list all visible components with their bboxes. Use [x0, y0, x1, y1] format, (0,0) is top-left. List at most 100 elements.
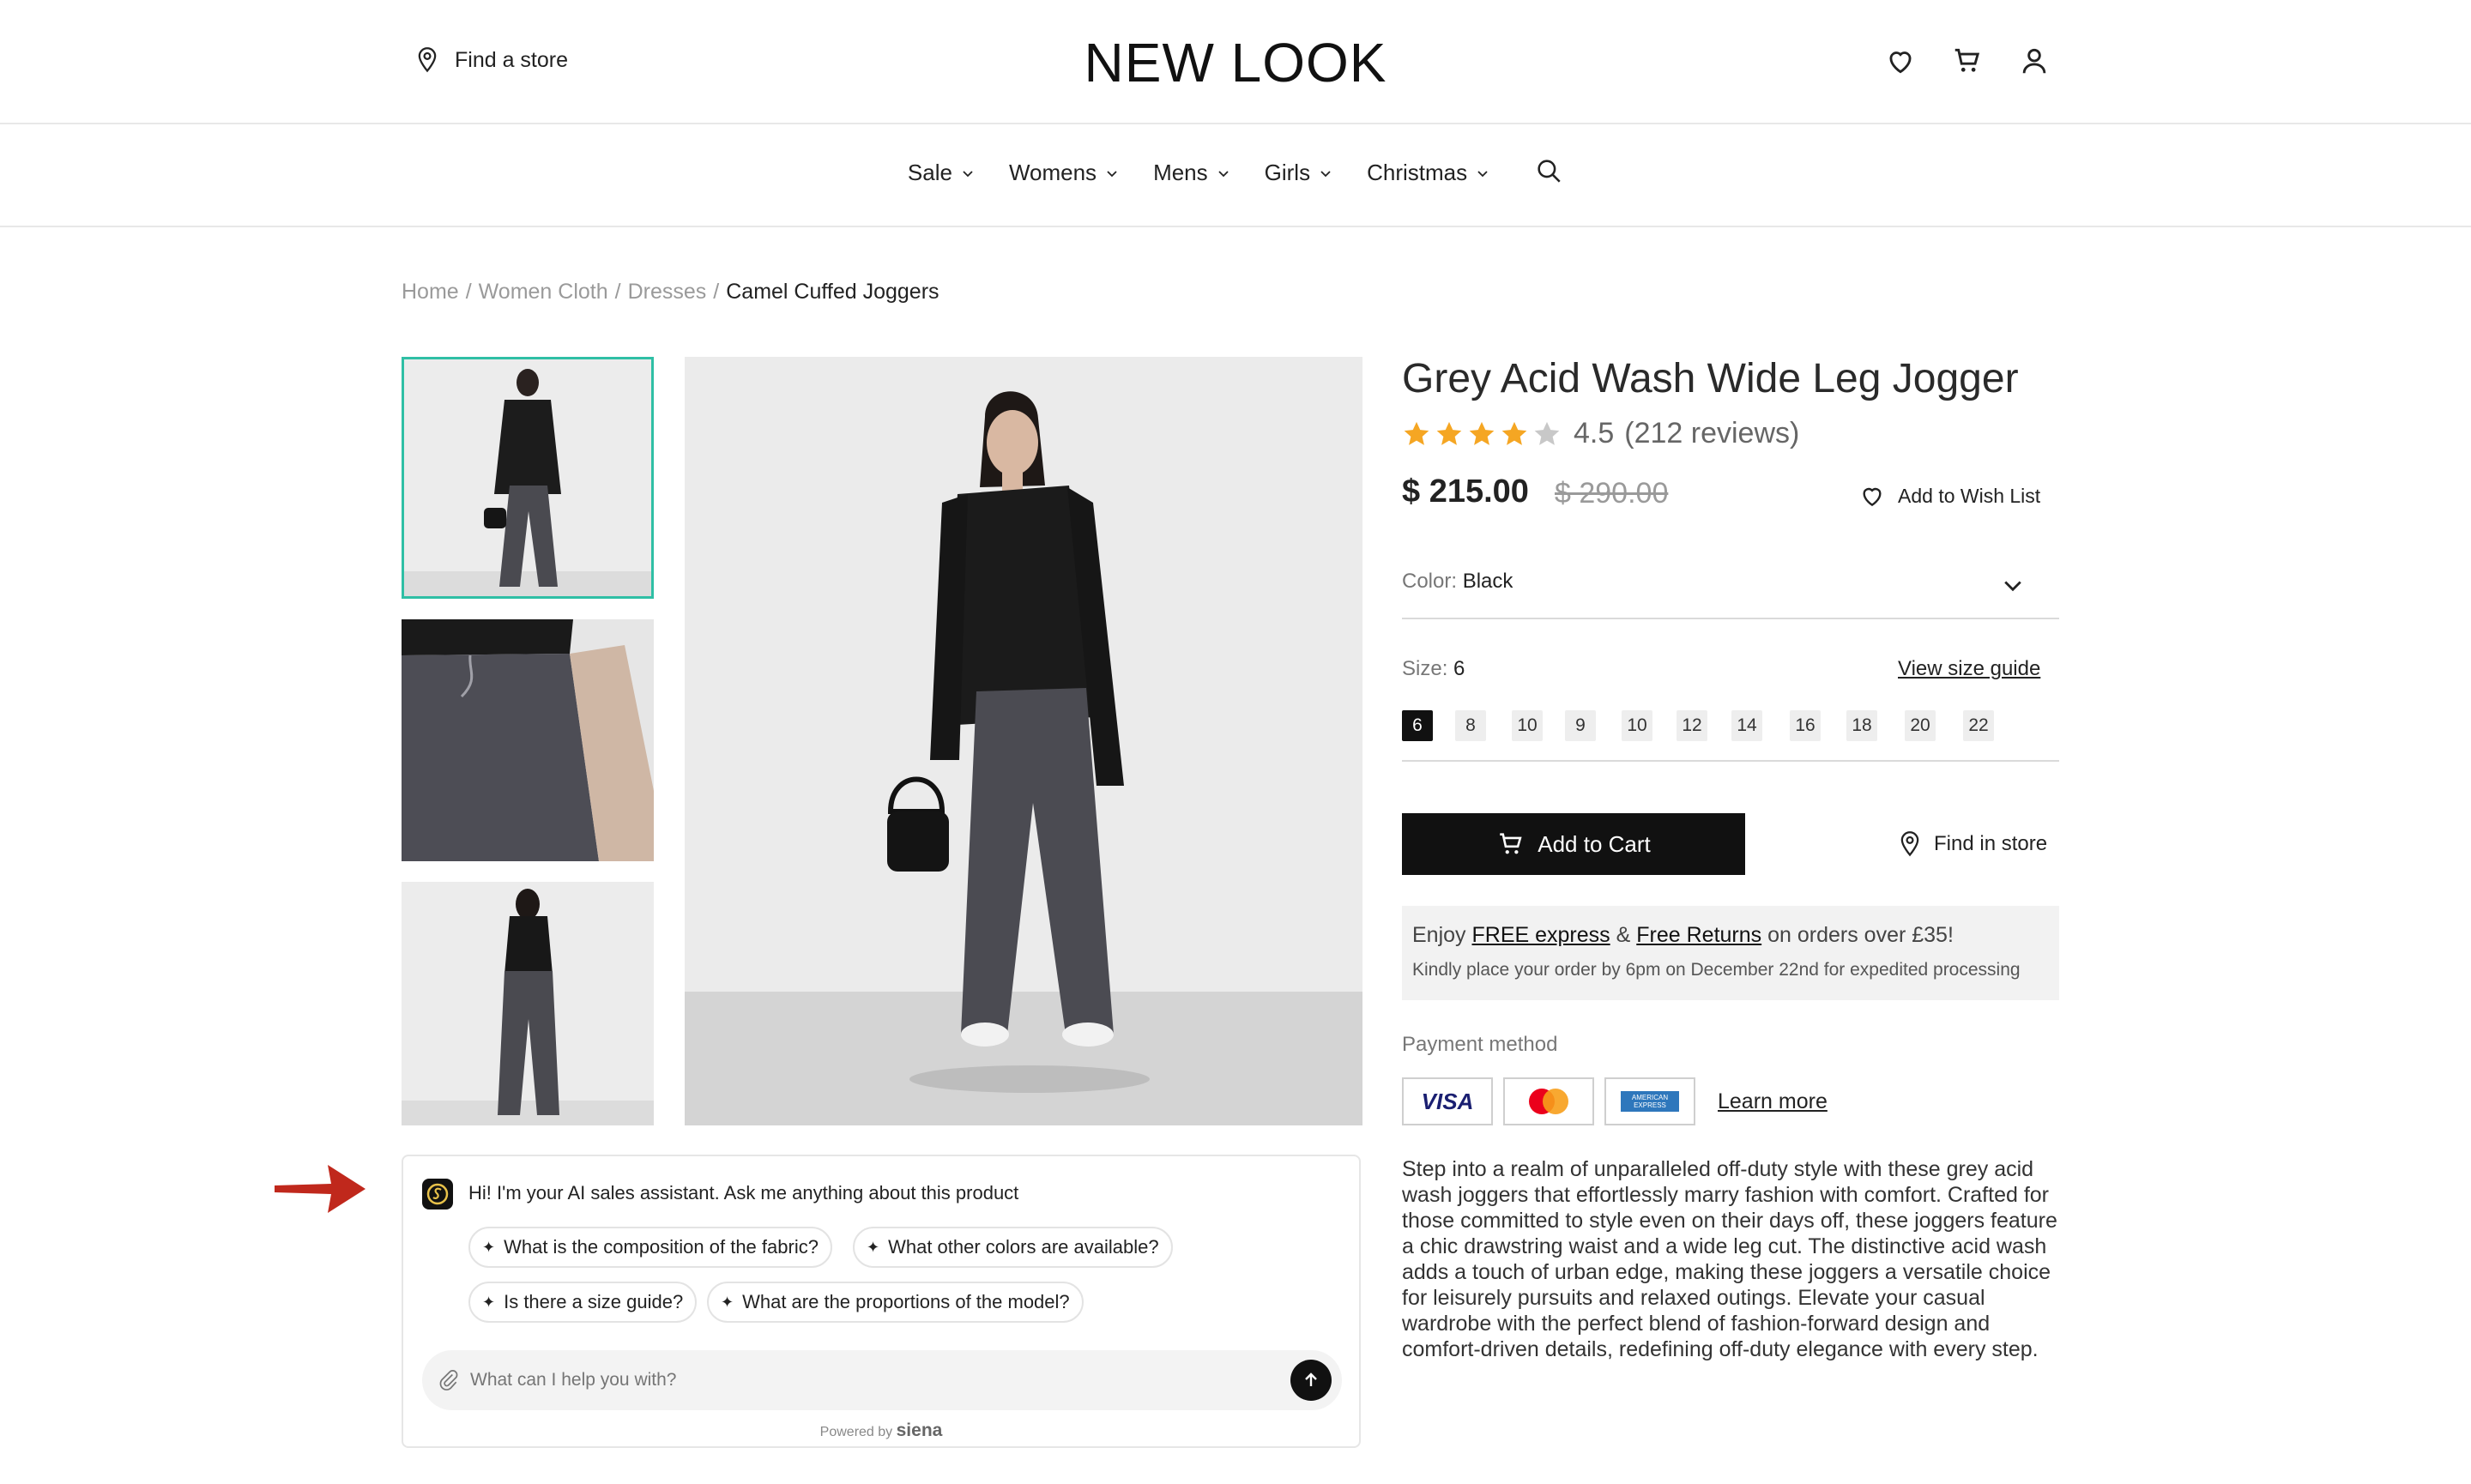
- wishlist-label: Add to Wish List: [1898, 484, 2041, 507]
- breadcrumb-separator: /: [713, 280, 720, 304]
- thumbnail-2[interactable]: [402, 619, 654, 861]
- size-option[interactable]: 16: [1790, 710, 1821, 741]
- free-returns-link[interactable]: Free Returns: [1636, 923, 1761, 947]
- heart-icon[interactable]: [1884, 45, 1917, 77]
- model-wearing-joggers-image: [685, 357, 1362, 1125]
- ai-chat-widget: Hi! I'm your AI sales assistant. Ask me …: [402, 1155, 1361, 1448]
- visa-card-logo: VISA: [1402, 1077, 1493, 1125]
- powered-by: Powered by siena: [403, 1421, 1359, 1441]
- nav-item-christmas[interactable]: Christmas: [1367, 160, 1489, 186]
- size-option[interactable]: 10: [1512, 710, 1543, 741]
- location-pin-icon: [1900, 831, 1919, 857]
- send-button[interactable]: [1290, 1360, 1332, 1401]
- promo-line-1: Enjoy FREE express & Free Returns on ord…: [1412, 923, 2049, 948]
- original-price: $ 290.00: [1555, 477, 1669, 510]
- suggestion-chip[interactable]: ✦ What other colors are available?: [853, 1227, 1173, 1268]
- nav-label: Christmas: [1367, 160, 1468, 185]
- size-option[interactable]: 18: [1846, 710, 1877, 741]
- model-back-view-image: [402, 882, 654, 1125]
- nav-item-girls[interactable]: Girls: [1265, 160, 1332, 186]
- breadcrumb-separator: /: [614, 280, 621, 304]
- cart-icon[interactable]: [1951, 45, 1984, 77]
- sparkle-icon: ✦: [482, 1293, 496, 1311]
- size-guide-link[interactable]: View size guide: [1898, 657, 2040, 681]
- payment-cards: VISA AMERICAN EXPRESS Learn more: [1402, 1077, 1828, 1125]
- nav-item-womens[interactable]: Womens: [1009, 160, 1119, 186]
- thumbnail-3[interactable]: [402, 882, 654, 1125]
- chat-input-bar: [422, 1350, 1342, 1410]
- size-options: 6 8 10 9 10 12 14 16 18 20 22: [1402, 710, 1994, 741]
- size-option[interactable]: 14: [1731, 710, 1762, 741]
- siena-brand[interactable]: siena: [897, 1421, 943, 1440]
- nav-label: Sale: [907, 160, 952, 185]
- free-express-link[interactable]: FREE express: [1472, 923, 1610, 947]
- star-full-icon: [1469, 421, 1495, 445]
- size-label-row: Size: 6: [1402, 657, 1465, 681]
- search-icon[interactable]: [1534, 156, 1563, 185]
- product-rating[interactable]: 4.5 (212 reviews): [1402, 417, 1799, 450]
- assistant-greeting: Hi! I'm your AI sales assistant. Ask me …: [468, 1182, 1019, 1203]
- size-value: 6: [1453, 657, 1465, 680]
- size-option[interactable]: 20: [1905, 710, 1936, 741]
- suggestion-label: Is there a size guide?: [504, 1291, 684, 1312]
- sparkle-icon: ✦: [867, 1238, 880, 1256]
- nav-item-sale[interactable]: Sale: [908, 160, 975, 186]
- amex-text: AMERICAN EXPRESS: [1621, 1091, 1679, 1112]
- breadcrumb-women-cloth[interactable]: Women Cloth: [479, 280, 608, 305]
- red-arrow-icon: [275, 1165, 366, 1213]
- review-count[interactable]: (212 reviews): [1624, 417, 1799, 450]
- main-nav: Sale Womens Mens Girls Christmas: [0, 160, 2471, 186]
- chat-input[interactable]: [468, 1369, 1290, 1391]
- suggestion-chip[interactable]: ✦ What is the composition of the fabric?: [468, 1227, 832, 1268]
- paperclip-icon[interactable]: [438, 1369, 460, 1391]
- chevron-down-icon: [1320, 170, 1331, 177]
- nav-item-mens[interactable]: Mens: [1153, 160, 1230, 186]
- size-option[interactable]: 9: [1565, 710, 1596, 741]
- star-full-icon: [1501, 421, 1527, 445]
- user-icon[interactable]: [2018, 45, 2051, 77]
- suggestion-chip[interactable]: ✦ What are the proportions of the model?: [707, 1282, 1084, 1323]
- promo-line-2: Kindly place your order by 6pm on Decemb…: [1412, 960, 2021, 980]
- suggestion-chip[interactable]: ✦ Is there a size guide?: [468, 1282, 698, 1323]
- size-option[interactable]: 8: [1455, 710, 1486, 741]
- current-price: $ 215.00: [1402, 474, 1529, 510]
- size-option[interactable]: 10: [1622, 710, 1652, 741]
- chevron-down-icon: [1477, 170, 1488, 177]
- powered-by-label: Powered by: [819, 1425, 893, 1439]
- sparkle-icon: ✦: [721, 1293, 734, 1311]
- thumbnail-1[interactable]: [402, 357, 654, 599]
- chevron-down-icon: [2004, 581, 2021, 592]
- mastercard-logo: [1503, 1077, 1594, 1125]
- arrow-up-icon: [1305, 1372, 1317, 1386]
- promo-rest: on orders over £35!: [1767, 923, 1954, 947]
- siena-logo-icon: [426, 1183, 449, 1205]
- size-option[interactable]: 12: [1677, 710, 1707, 741]
- heart-icon: [1863, 487, 1882, 507]
- nav-label: Girls: [1264, 160, 1311, 185]
- color-select[interactable]: Color: Black: [1402, 570, 2059, 619]
- breadcrumb-separator: /: [465, 280, 472, 304]
- learn-more-link[interactable]: Learn more: [1718, 1089, 1828, 1114]
- add-to-cart-button[interactable]: Add to Cart: [1402, 813, 1745, 875]
- find-in-store-link[interactable]: Find in store: [1898, 830, 2047, 858]
- add-to-cart-label: Add to Cart: [1538, 830, 1651, 857]
- size-option[interactable]: 22: [1963, 710, 1994, 741]
- site-logo[interactable]: NEW LOOK: [0, 31, 2471, 94]
- color-value: Black: [1462, 570, 1513, 593]
- find-in-store-label: Find in store: [1934, 832, 2048, 855]
- product-description: Step into a realm of unparalleled off-du…: [1402, 1157, 2057, 1361]
- amex-logo: AMERICAN EXPRESS: [1604, 1077, 1695, 1125]
- star-full-icon: [1404, 421, 1429, 445]
- color-label: Color:: [1402, 570, 1458, 593]
- product-title: Grey Acid Wash Wide Leg Jogger: [1402, 356, 2019, 401]
- main-product-image[interactable]: [685, 357, 1362, 1125]
- breadcrumb-home[interactable]: Home: [402, 280, 459, 305]
- breadcrumb: Home / Women Cloth / Dresses / Camel Cuf…: [402, 280, 939, 305]
- breadcrumb-dresses[interactable]: Dresses: [628, 280, 707, 305]
- delivery-promo-box: Enjoy FREE express & Free Returns on ord…: [1402, 906, 2059, 1000]
- waistband-closeup-image: [402, 619, 654, 861]
- size-option[interactable]: 6: [1402, 710, 1433, 741]
- add-to-wishlist-button[interactable]: Add to Wish List: [1858, 482, 2040, 510]
- nav-label: Womens: [1008, 160, 1097, 185]
- size-label: Size:: [1402, 657, 1448, 680]
